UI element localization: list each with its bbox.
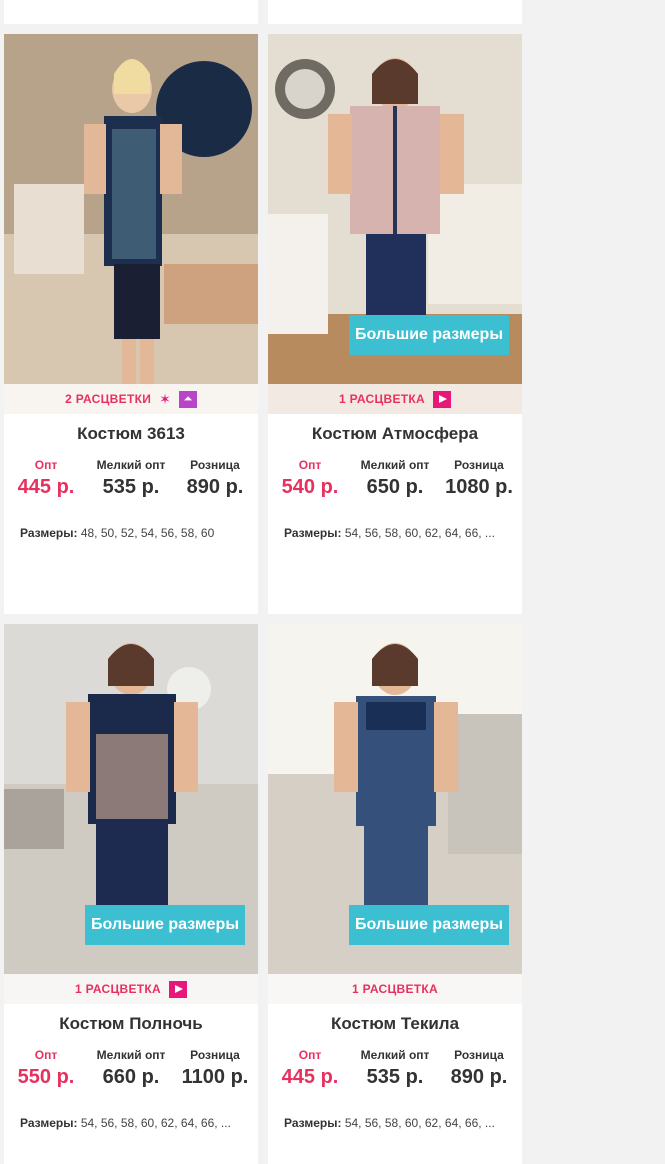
big-sizes-badge: Большие размеры bbox=[349, 315, 509, 355]
colors-strip: 2 РАСЦВЕТКИ ✶ ⏶ bbox=[4, 384, 258, 414]
product-card[interactable]: Большие размеры 1 РАСЦВЕТКА Костюм Текил… bbox=[268, 624, 522, 1164]
sizes-line: Размеры: 54, 56, 58, 60, 62, 64, 66, ... bbox=[284, 526, 514, 540]
price-opt-value: 445 р. bbox=[281, 1066, 339, 1088]
price-small-opt: Мелкий опт 535 р. bbox=[350, 1048, 440, 1089]
sizes-label: Размеры: bbox=[284, 1116, 342, 1130]
price-retail-label: Розница bbox=[190, 1048, 240, 1062]
product-card[interactable]: Большие размеры 1 РАСЦВЕТКА Костюм Атмос… bbox=[268, 34, 522, 614]
price-retail-label: Розница bbox=[454, 458, 504, 472]
price-retail-label: Розница bbox=[454, 1048, 504, 1062]
sparkle-icon: ✶ bbox=[159, 390, 171, 407]
price-retail: Розница 890 р. bbox=[180, 458, 250, 499]
product-card-partial[interactable] bbox=[268, 0, 522, 24]
sizes-values: 54, 56, 58, 60, 62, 64, 66, ... bbox=[344, 526, 495, 540]
colors-count: 1 РАСЦВЕТКА bbox=[338, 392, 426, 406]
big-sizes-badge: Большие размеры bbox=[85, 905, 245, 945]
price-retail-label: Розница bbox=[190, 458, 240, 472]
price-opt-label: Опт bbox=[298, 458, 322, 472]
price-opt-value: 445 р. bbox=[17, 476, 75, 498]
colors-strip: 1 РАСЦВЕТКА bbox=[268, 384, 522, 414]
price-small-opt-value: 650 р. bbox=[366, 476, 424, 498]
price-small-opt: Мелкий опт 650 р. bbox=[350, 458, 440, 499]
price-small-opt-value: 535 р. bbox=[366, 1066, 424, 1088]
price-opt-value: 550 р. bbox=[17, 1066, 75, 1088]
sizes-label: Размеры: bbox=[284, 526, 342, 540]
colors-count: 1 РАСЦВЕТКА bbox=[74, 982, 162, 996]
price-opt: Опт 445 р. bbox=[14, 458, 78, 499]
product-card[interactable]: 2 РАСЦВЕТКИ ✶ ⏶ Костюм 3613 Опт 445 р. М… bbox=[4, 34, 258, 614]
colors-count: 2 РАСЦВЕТКИ bbox=[65, 392, 152, 406]
price-small-opt-value: 660 р. bbox=[102, 1066, 160, 1088]
product-card[interactable]: Большие размеры 1 РАСЦВЕТКА Костюм Полно… bbox=[4, 624, 258, 1164]
price-small-opt-label: Мелкий опт bbox=[96, 1048, 166, 1062]
sizes-values: 48, 50, 52, 54, 56, 58, 60 bbox=[80, 526, 215, 540]
colors-strip: 1 РАСЦВЕТКА bbox=[4, 974, 258, 1004]
price-retail: Розница 1080 р. bbox=[444, 458, 514, 499]
price-small-opt: Мелкий опт 660 р. bbox=[86, 1048, 176, 1089]
sizes-label: Размеры: bbox=[20, 526, 78, 540]
sizes-line: Размеры: 54, 56, 58, 60, 62, 64, 66, ... bbox=[284, 1116, 514, 1130]
price-retail-value: 890 р. bbox=[186, 476, 244, 498]
price-retail-value: 1100 р. bbox=[181, 1066, 249, 1088]
hanger-icon: ⏶ bbox=[178, 390, 197, 408]
price-retail: Розница 890 р. bbox=[444, 1048, 514, 1089]
sizes-values: 54, 56, 58, 60, 62, 64, 66, ... bbox=[80, 1116, 231, 1130]
sizes-line: Размеры: 48, 50, 52, 54, 56, 58, 60 bbox=[20, 526, 250, 540]
play-icon[interactable] bbox=[433, 390, 452, 408]
play-icon[interactable] bbox=[169, 980, 188, 998]
price-retail: Розница 1100 р. bbox=[180, 1048, 250, 1089]
price-opt-value: 540 р. bbox=[281, 476, 339, 498]
price-opt-label: Опт bbox=[298, 1048, 322, 1062]
product-photo[interactable]: 2 РАСЦВЕТКИ ✶ ⏶ bbox=[4, 34, 258, 414]
price-small-opt-label: Мелкий опт bbox=[360, 1048, 430, 1062]
price-retail-value: 1080 р. bbox=[445, 476, 513, 498]
price-small-opt-label: Мелкий опт bbox=[96, 458, 166, 472]
price-small-opt-label: Мелкий опт bbox=[360, 458, 430, 472]
price-small-opt: Мелкий опт 535 р. bbox=[86, 458, 176, 499]
colors-strip: 1 РАСЦВЕТКА bbox=[268, 974, 522, 1004]
product-title[interactable]: Костюм Текила bbox=[268, 1014, 522, 1034]
sizes-values: 54, 56, 58, 60, 62, 64, 66, ... bbox=[344, 1116, 495, 1130]
price-small-opt-value: 535 р. bbox=[102, 476, 160, 498]
product-card-partial[interactable] bbox=[4, 0, 258, 24]
price-opt: Опт 550 р. bbox=[14, 1048, 78, 1089]
product-title[interactable]: Костюм Полночь bbox=[4, 1014, 258, 1034]
big-sizes-badge: Большие размеры bbox=[349, 905, 509, 945]
product-photo[interactable]: Большие размеры 1 РАСЦВЕТКА bbox=[268, 624, 522, 1004]
price-opt-label: Опт bbox=[34, 1048, 58, 1062]
product-title[interactable]: Костюм Атмосфера bbox=[268, 424, 522, 444]
product-grid: 2 РАСЦВЕТКИ ✶ ⏶ Костюм 3613 Опт 445 р. М… bbox=[0, 0, 530, 1164]
price-opt: Опт 445 р. bbox=[278, 1048, 342, 1089]
product-title[interactable]: Костюм 3613 bbox=[4, 424, 258, 444]
sizes-label: Размеры: bbox=[20, 1116, 78, 1130]
price-opt-label: Опт bbox=[34, 458, 58, 472]
sizes-line: Размеры: 54, 56, 58, 60, 62, 64, 66, ... bbox=[20, 1116, 250, 1130]
price-opt: Опт 540 р. bbox=[278, 458, 342, 499]
price-retail-value: 890 р. bbox=[450, 1066, 508, 1088]
product-photo[interactable]: Большие размеры 1 РАСЦВЕТКА bbox=[4, 624, 258, 1004]
product-photo[interactable]: Большие размеры 1 РАСЦВЕТКА bbox=[268, 34, 522, 414]
colors-count: 1 РАСЦВЕТКА bbox=[351, 982, 439, 996]
